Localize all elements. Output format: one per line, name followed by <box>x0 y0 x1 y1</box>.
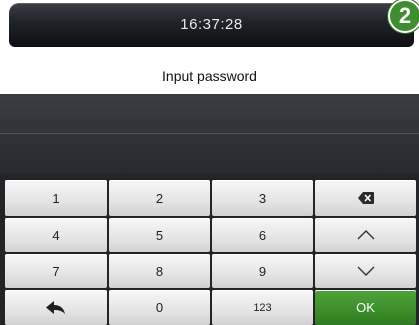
key-9-label: 9 <box>258 263 267 279</box>
key-2[interactable]: 2 <box>109 180 210 216</box>
backspace-icon <box>357 192 374 204</box>
key-6-label: 6 <box>258 227 267 243</box>
key-1-label: 1 <box>52 190 60 206</box>
status-bar: 16:37:28 2 <box>9 0 419 47</box>
key-0-label: 0 <box>155 300 164 315</box>
prompt-label: Input password <box>162 68 257 84</box>
input-mode-button[interactable]: 123 <box>212 290 313 325</box>
key-7-label: 7 <box>52 263 60 279</box>
status-time: 16:37:28 <box>180 16 243 33</box>
key-5[interactable]: 5 <box>109 218 210 252</box>
key-8-label: 8 <box>155 263 164 279</box>
keypad: 1 2 3 4 5 6 7 8 9 0 123 OK <box>0 174 419 325</box>
ok-button[interactable]: OK <box>315 290 416 325</box>
key-4-label: 4 <box>52 227 60 243</box>
input-mode-label: 123 <box>253 301 272 314</box>
key-3-label: 3 <box>258 190 267 206</box>
key-7[interactable]: 7 <box>5 254 107 288</box>
key-4[interactable]: 4 <box>5 218 107 252</box>
key-3[interactable]: 3 <box>212 180 313 216</box>
key-6[interactable]: 6 <box>212 218 313 252</box>
step-badge: 2 <box>388 0 419 33</box>
password-field[interactable] <box>0 94 419 174</box>
key-0[interactable]: 0 <box>109 290 210 325</box>
key-8[interactable]: 8 <box>109 254 210 288</box>
key-5-label: 5 <box>155 227 164 243</box>
key-9[interactable]: 9 <box>212 254 313 288</box>
key-2-label: 2 <box>155 190 164 206</box>
scroll-up-button[interactable] <box>315 218 416 252</box>
key-1[interactable]: 1 <box>5 180 107 216</box>
scroll-down-button[interactable] <box>315 254 416 288</box>
chevron-down-icon <box>357 266 375 276</box>
backspace-button[interactable] <box>315 180 416 216</box>
password-input-screen: 16:37:28 2 Input password 1 2 3 4 5 6 7 … <box>0 0 419 325</box>
back-button[interactable] <box>5 290 107 325</box>
password-field-divider <box>0 133 419 134</box>
chevron-up-icon <box>357 230 375 240</box>
ok-label: OK <box>356 300 375 315</box>
back-arrow-icon <box>46 300 66 315</box>
